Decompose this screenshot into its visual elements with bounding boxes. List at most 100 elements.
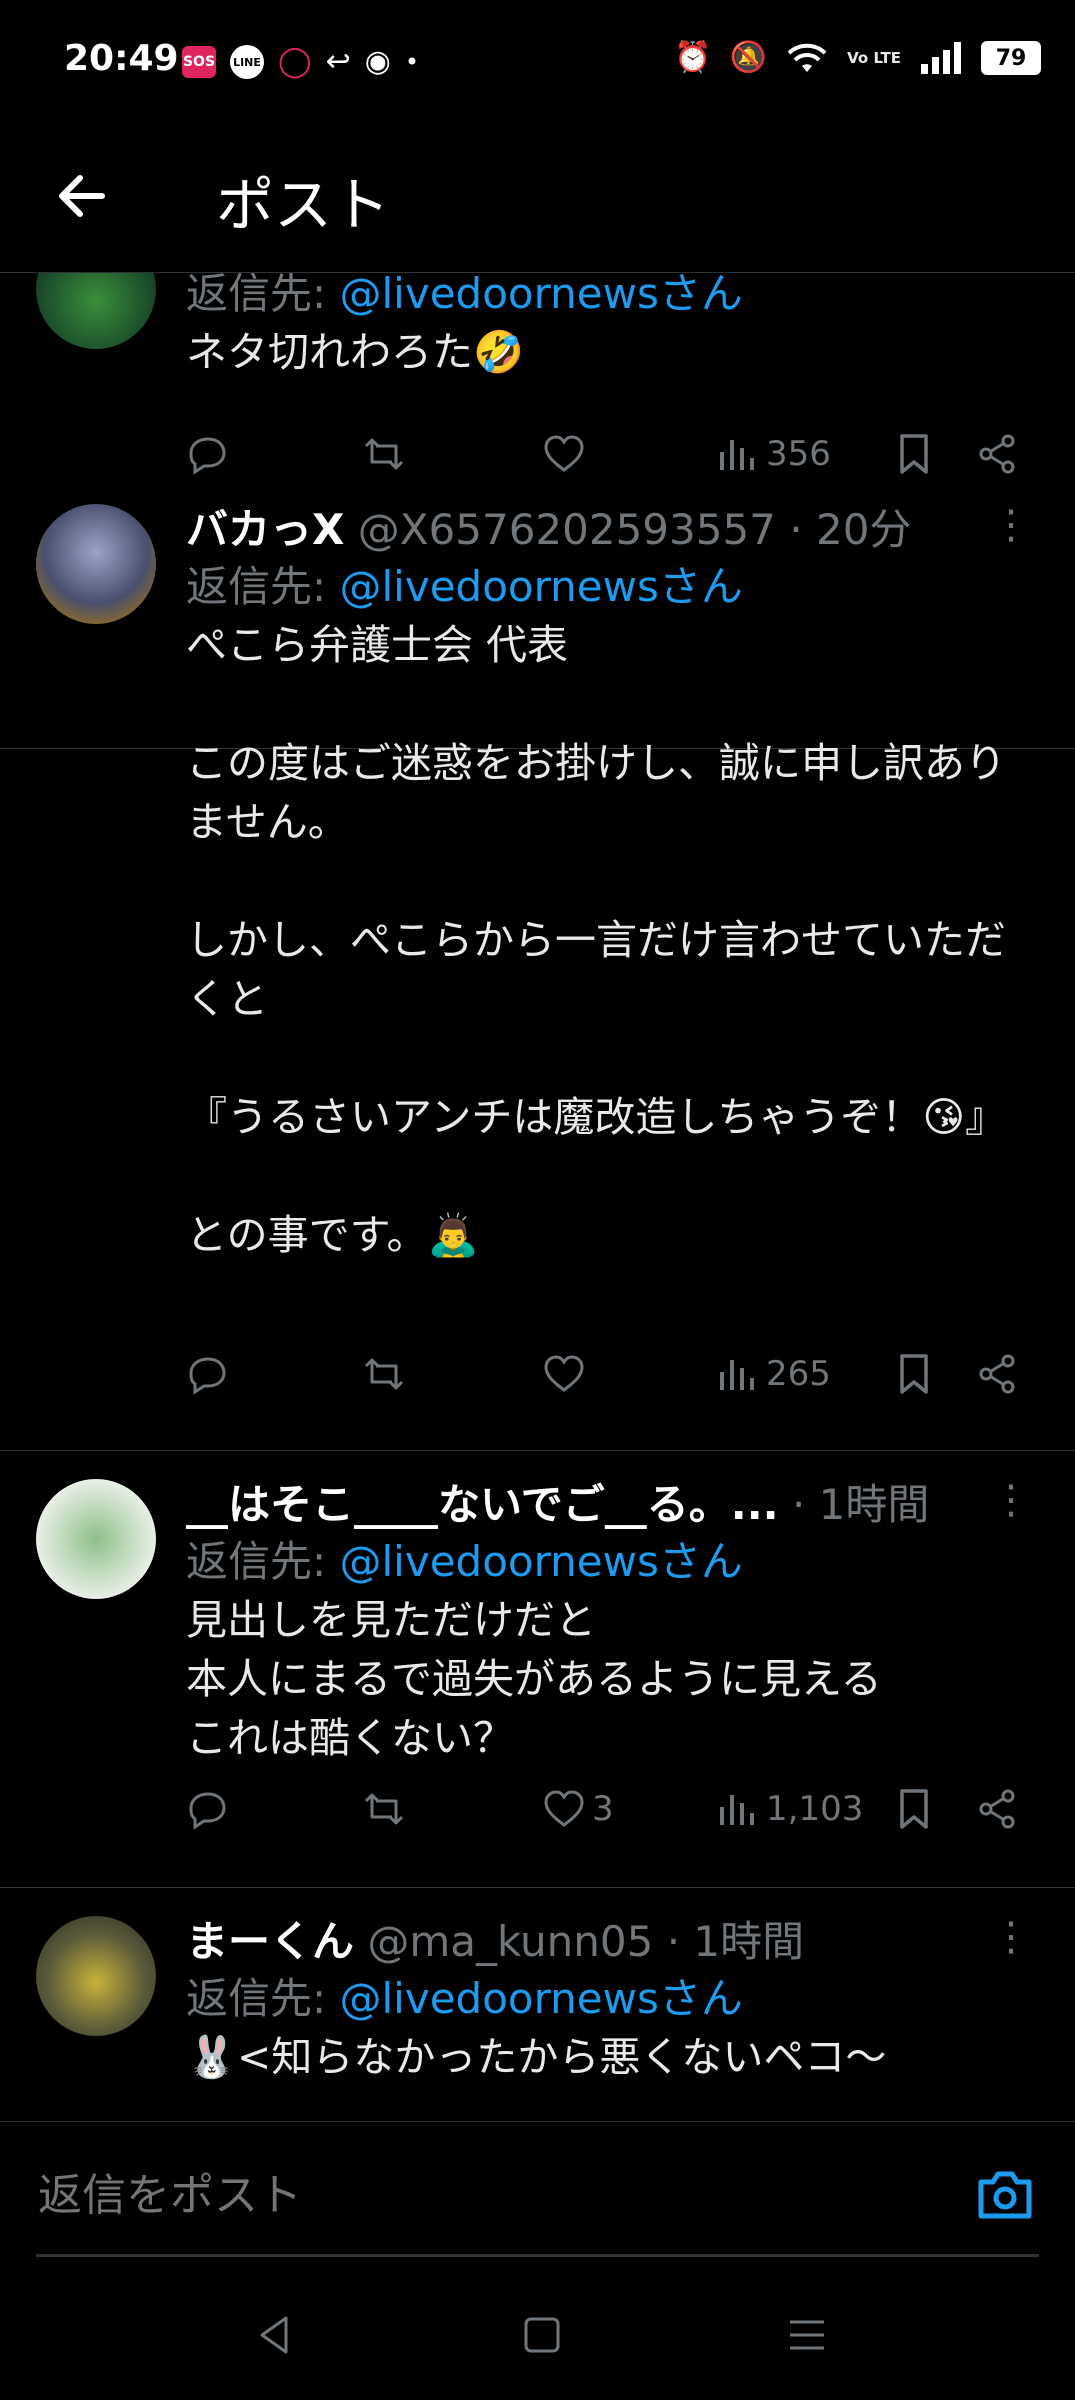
clock: 20:49 xyxy=(64,38,179,79)
timestamp[interactable]: · 20分 xyxy=(789,505,911,554)
reply-to-line: 返信先: @livedoornewsさん xyxy=(186,558,1035,616)
reply-post[interactable]: まーくん @ma_kunn05 · 1時間 返信先: @livedoornews… xyxy=(0,1888,1075,2121)
views-button[interactable]: 356 xyxy=(716,426,831,482)
share-icon xyxy=(979,434,1015,474)
avatar[interactable] xyxy=(36,273,156,349)
heart-icon xyxy=(544,1790,584,1827)
wifi-icon xyxy=(787,43,827,72)
mute-icon: 🔕 xyxy=(729,40,768,75)
repost-button[interactable] xyxy=(362,1781,412,1837)
views-button[interactable]: 265 xyxy=(716,1346,831,1402)
reply-to-line: 返信先: @livedoornewsさん xyxy=(186,1533,1035,1591)
reply-icon xyxy=(189,1357,226,1395)
reply-to-prefix: 返信先: xyxy=(186,1537,327,1586)
more-options-icon[interactable]: ⋮ xyxy=(991,1477,1031,1523)
system-icons: ⏰ 🔕 Vo LTE 79 xyxy=(674,38,1041,78)
bookmark-icon xyxy=(900,1789,928,1829)
reply-to-mention[interactable]: @livedoornewsさん xyxy=(340,562,743,611)
post-author-line: __はそこ____ないでご__る。... · 1時間 xyxy=(186,1477,1035,1533)
nav-back-icon[interactable] xyxy=(250,2310,300,2360)
like-button[interactable]: 3 xyxy=(542,1781,614,1837)
bookmark-button[interactable] xyxy=(892,1781,936,1837)
reply-to-prefix: 返信先: xyxy=(186,562,327,611)
reply-to-line: 返信先: @livedoornewsさん xyxy=(186,1970,1035,2028)
timestamp[interactable]: · 1時間 xyxy=(792,1480,929,1529)
messenger-icon: ◉ xyxy=(364,44,391,79)
handle[interactable]: @ma_kunn05 xyxy=(367,1917,653,1966)
share-button[interactable] xyxy=(976,426,1020,482)
repost-icon xyxy=(364,1358,404,1390)
post-author-line: まーくん @ma_kunn05 · 1時間 xyxy=(186,1914,1035,1970)
reply-to-mention[interactable]: @livedoornewsさん xyxy=(340,1974,743,2023)
analytics-icon xyxy=(720,1360,754,1390)
display-name[interactable]: バカっX xyxy=(186,505,344,554)
post-actions: 3 1,103 xyxy=(186,1781,1026,1837)
alarm-icon: ⏰ xyxy=(674,40,712,75)
share-icon xyxy=(979,1789,1015,1829)
more-options-icon[interactable]: ⋮ xyxy=(991,1914,1031,1960)
reply-button[interactable] xyxy=(186,1781,236,1837)
bookmark-icon xyxy=(900,1354,928,1394)
repost-button[interactable] xyxy=(362,426,412,482)
camera-icon[interactable] xyxy=(975,2168,1035,2222)
nav-menu-icon[interactable] xyxy=(782,2310,832,2360)
line-app-icon: LINE xyxy=(230,45,264,79)
reply-to-prefix: 返信先: xyxy=(186,273,327,318)
like-button[interactable] xyxy=(542,1346,592,1402)
back-arrow-icon[interactable] xyxy=(52,166,112,226)
reply-button[interactable] xyxy=(186,1346,236,1402)
repost-icon xyxy=(364,438,404,470)
repost-icon xyxy=(364,1793,404,1825)
status-bar: 20:49 SOS LINE ◯ ↩ ◉ • ⏰ 🔕 Vo LTE 79 xyxy=(0,0,1075,120)
sos-icon: SOS xyxy=(182,46,216,78)
display-name[interactable]: まーくん xyxy=(186,1917,354,1966)
repost-button[interactable] xyxy=(362,1346,412,1402)
reply-button[interactable] xyxy=(186,426,236,482)
reply-post[interactable]: バカっX @X6576202593557 · 20分 返信先: @livedoo… xyxy=(0,476,1075,1451)
post-author-line: バカっX @X6576202593557 · 20分 xyxy=(186,502,1035,558)
system-navigation-bar xyxy=(0,2290,1075,2380)
share-button[interactable] xyxy=(976,1781,1020,1837)
reply-input-underline xyxy=(36,2254,1039,2257)
post-text: ぺこら弁護士会 代表 この度はご迷惑をお掛けし、誠に申し訳ありません。 しかし、… xyxy=(186,621,1007,1259)
like-button[interactable] xyxy=(542,426,592,482)
volte-icon: Vo LTE xyxy=(847,48,901,67)
post-text: ネタ切れわろた🤣 xyxy=(186,328,525,376)
reply-post[interactable]: __はそこ____ないでご__る。... · 1時間 返信先: @livedoo… xyxy=(0,1451,1075,1888)
post-actions: 356 xyxy=(186,426,1026,482)
reply-composer xyxy=(0,2121,1075,2257)
more-dot-icon: • xyxy=(404,48,420,76)
bookmark-icon xyxy=(900,434,928,474)
reply-to-mention[interactable]: @livedoornewsさん xyxy=(340,273,743,318)
avatar[interactable] xyxy=(36,1479,156,1599)
bookmark-button[interactable] xyxy=(892,426,936,482)
reply-to-line: 返信先: @livedoornewsさん xyxy=(186,273,1035,323)
handle[interactable]: @X6576202593557 xyxy=(358,505,776,554)
heart-icon xyxy=(544,435,584,472)
nav-home-icon[interactable] xyxy=(517,2310,567,2360)
timestamp[interactable]: · 1時間 xyxy=(667,1917,804,1966)
reply-to-mention[interactable]: @livedoornewsさん xyxy=(340,1537,743,1586)
share-button[interactable] xyxy=(976,1346,1020,1402)
page-title: ポスト xyxy=(216,171,391,239)
reply-input[interactable] xyxy=(36,2170,920,2222)
display-name[interactable]: __はそこ____ないでご__る。... xyxy=(186,1480,779,1529)
top-app-bar: ポスト xyxy=(0,120,1075,270)
heart-icon xyxy=(544,1355,584,1392)
notification-icons: SOS LINE ◯ ↩ ◉ • xyxy=(182,42,419,82)
post-actions: 265 xyxy=(186,1346,1026,1402)
avatar[interactable] xyxy=(36,1916,156,2036)
avatar[interactable] xyxy=(36,504,156,624)
more-options-icon[interactable]: ⋮ xyxy=(991,502,1031,548)
bookmark-button[interactable] xyxy=(892,1346,936,1402)
views-button[interactable]: 1,103 xyxy=(716,1781,863,1837)
reply-to-prefix: 返信先: xyxy=(186,1974,327,2023)
reply-icon xyxy=(189,437,226,475)
post-text: 🐰<知らなかったから悪くないペコ〜 xyxy=(186,2033,887,2081)
post-text: 見出しを見ただけだと 本人にまるで過失があるように見える これは酷くない？ xyxy=(186,1596,882,1762)
reply-arrow-icon: ↩ xyxy=(325,44,351,79)
analytics-icon xyxy=(720,1795,754,1825)
chat-icon: ◯ xyxy=(278,44,312,79)
battery-icon: 79 xyxy=(981,41,1041,75)
analytics-icon xyxy=(720,440,754,470)
